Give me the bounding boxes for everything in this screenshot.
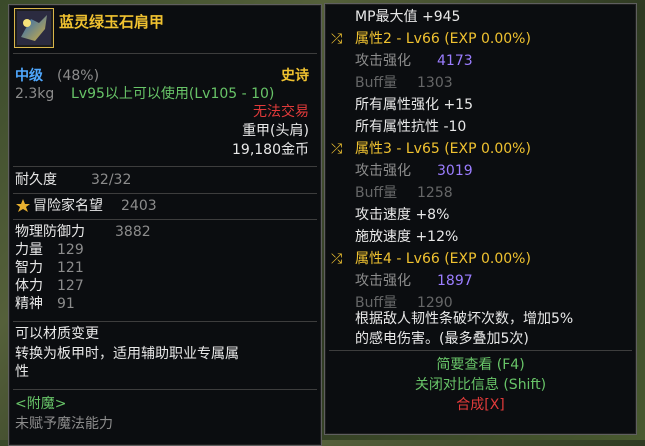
attr3-atk-label: 攻击强化 [355, 163, 411, 179]
divider [13, 321, 317, 322]
item-weight: 2.3kg [15, 86, 55, 102]
divider [13, 219, 317, 220]
fame-icon [15, 197, 31, 218]
item-price: 19,180金币 [232, 142, 309, 158]
fame-value: 2403 [121, 198, 157, 214]
stat-value: 3882 [115, 224, 151, 240]
close-compare-button[interactable]: 关闭对比信息 (Shift) [325, 376, 636, 394]
enchant-value: 未赋予魔法能力 [15, 416, 113, 432]
durability-label: 耐久度 [15, 172, 57, 188]
attr3-title: 属性3 - Lv65 (EXP 0.00%) [355, 141, 531, 157]
attr4-atk-value: 1897 [437, 273, 473, 289]
desc-line2: 的感电伤害。(最多叠加5次) [355, 331, 529, 347]
attr4-atk-label: 攻击强化 [355, 273, 411, 289]
attr2-buff-value: 1303 [417, 75, 453, 91]
item-name: 蓝灵绿玉石肩甲 [59, 13, 165, 31]
stat-label: 力量 [15, 242, 43, 258]
divider [13, 193, 317, 194]
desc-line1: 根据敌人韧性条破坏次数，增加5% [355, 311, 574, 327]
stat-label: 智力 [15, 260, 43, 276]
item-tooltip-left: 蓝灵绿玉石肩甲 中级 (48%) 史诗 2.3kg Lv95以上可以使用(Lv1… [8, 4, 322, 446]
durability-value: 32/32 [91, 172, 132, 188]
item-level-req: Lv95以上可以使用(Lv105 - 10) [71, 86, 275, 102]
stat-label: 物理防御力 [15, 224, 85, 240]
attr3-buff-value: 1258 [417, 185, 453, 201]
stat-value: 127 [57, 278, 84, 294]
attr4-title: 属性4 - Lv66 (EXP 0.00%) [355, 251, 531, 267]
convert-line1: 转换为板甲时，适用辅助职业专属属 [15, 346, 239, 362]
fame-label: 冒险家名望 [33, 198, 103, 214]
shuffle-icon: ⤮ [331, 31, 343, 47]
item-grade: 中级 [15, 68, 43, 84]
item-icon [14, 8, 54, 48]
attr2-atk-value: 4173 [437, 53, 473, 69]
synthesize-button[interactable]: 合成[X] [325, 396, 636, 414]
stat-value: 91 [57, 296, 75, 312]
stat-value: 121 [57, 260, 84, 276]
brief-view-button[interactable]: 简要查看 (F4) [325, 356, 636, 374]
attr3-buff-label: Buff量 [355, 185, 398, 201]
item-type: 重甲(头肩) [242, 123, 309, 139]
item-grade-pct: (48%) [57, 68, 100, 84]
attr2-atk-label: 攻击强化 [355, 53, 411, 69]
shuffle-icon: ⤮ [331, 251, 343, 267]
stat-value: 129 [57, 242, 84, 258]
divider [13, 166, 317, 167]
attr3-atk-value: 3019 [437, 163, 473, 179]
atk-speed: 攻击速度 +8% [355, 207, 450, 223]
stat-label: 精神 [15, 296, 43, 312]
shuffle-icon: ⤮ [331, 141, 343, 157]
all-attr-enh: 所有属性强化 +15 [355, 97, 473, 113]
material-change: 可以材质变更 [15, 326, 99, 342]
divider [13, 53, 317, 54]
attr2-title: 属性2 - Lv66 (EXP 0.00%) [355, 31, 531, 47]
attr2-buff-label: Buff量 [355, 75, 398, 91]
enchant-label: <附魔> [15, 396, 67, 412]
cast-speed: 施放速度 +12% [355, 229, 459, 245]
divider [13, 389, 317, 390]
mp-max-line: MP最大值 +945 [355, 9, 461, 25]
divider [329, 350, 632, 351]
trade-status: 无法交易 [253, 104, 309, 120]
item-tooltip-right: MP最大值 +945 ⤮ 属性2 - Lv66 (EXP 0.00%) 攻击强化… [324, 3, 637, 435]
convert-line2: 性 [15, 364, 29, 380]
all-attr-res: 所有属性抗性 -10 [355, 119, 467, 135]
item-rarity: 史诗 [281, 68, 309, 84]
stat-label: 体力 [15, 278, 43, 294]
